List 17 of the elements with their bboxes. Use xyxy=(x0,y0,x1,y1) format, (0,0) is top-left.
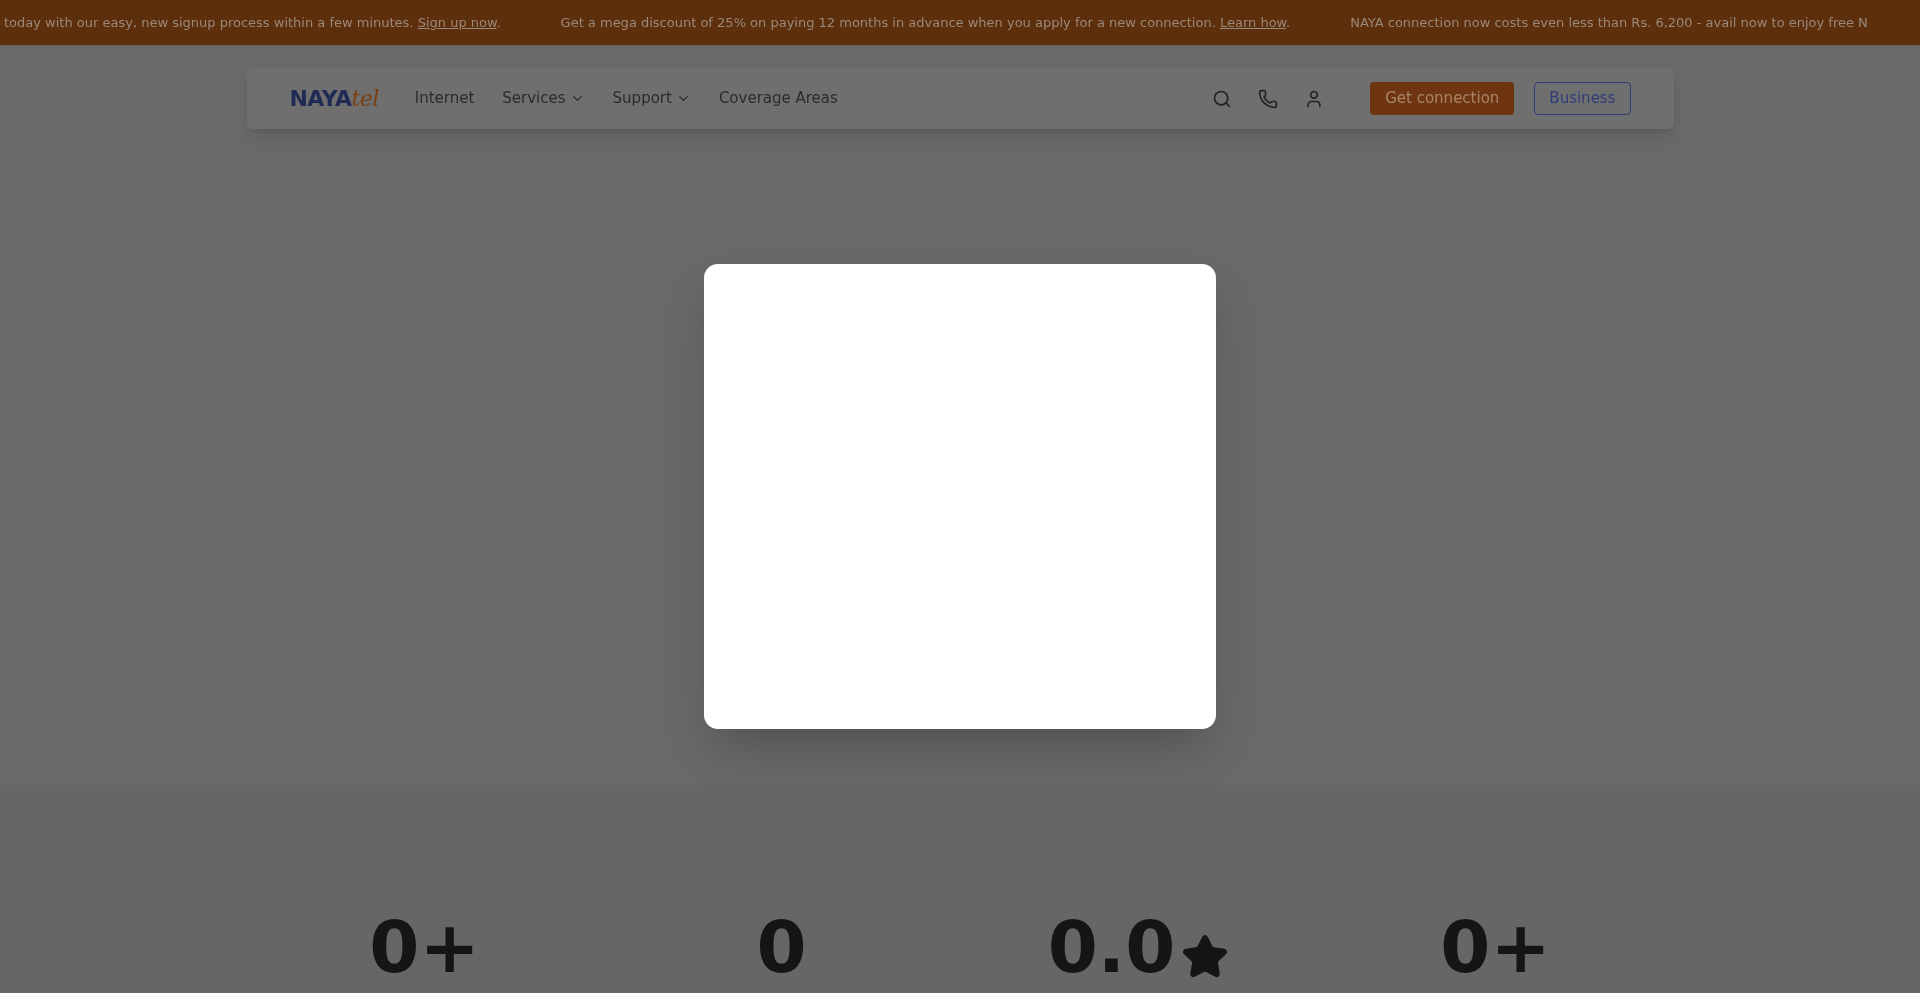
nav-link[interactable]: Internet xyxy=(414,87,475,110)
search-icon[interactable] xyxy=(1212,88,1233,109)
nav-link[interactable]: Services xyxy=(502,87,585,110)
nav-link[interactable]: Coverage Areas xyxy=(718,87,838,110)
announcement-link[interactable]: Sign up now xyxy=(417,14,497,30)
stat-value: 0.0 xyxy=(1047,911,1176,983)
business-button[interactable]: Business xyxy=(1534,82,1631,115)
phone-icon[interactable] xyxy=(1258,88,1279,109)
announcement-text: NAYA connection now costs even less than Rs. 6,200 - avail now to enjoy free N xyxy=(1350,13,1868,32)
announcement-text: Get a mega discount of 25% on paying 12 months in advance when you apply for a new connection. Learn how. xyxy=(560,13,1291,32)
logo[interactable]: NAYAtel xyxy=(289,82,379,115)
stat-value: 0+ xyxy=(369,911,480,983)
get-connection-button[interactable]: Get connection xyxy=(1370,82,1515,115)
stat-value: 0 xyxy=(756,911,807,983)
stat-value: 0+ xyxy=(1440,911,1551,983)
nav-link[interactable]: Support xyxy=(612,87,691,110)
announcement-text: today with our easy, new signup process within a few minutes. Sign up now. xyxy=(4,13,501,32)
